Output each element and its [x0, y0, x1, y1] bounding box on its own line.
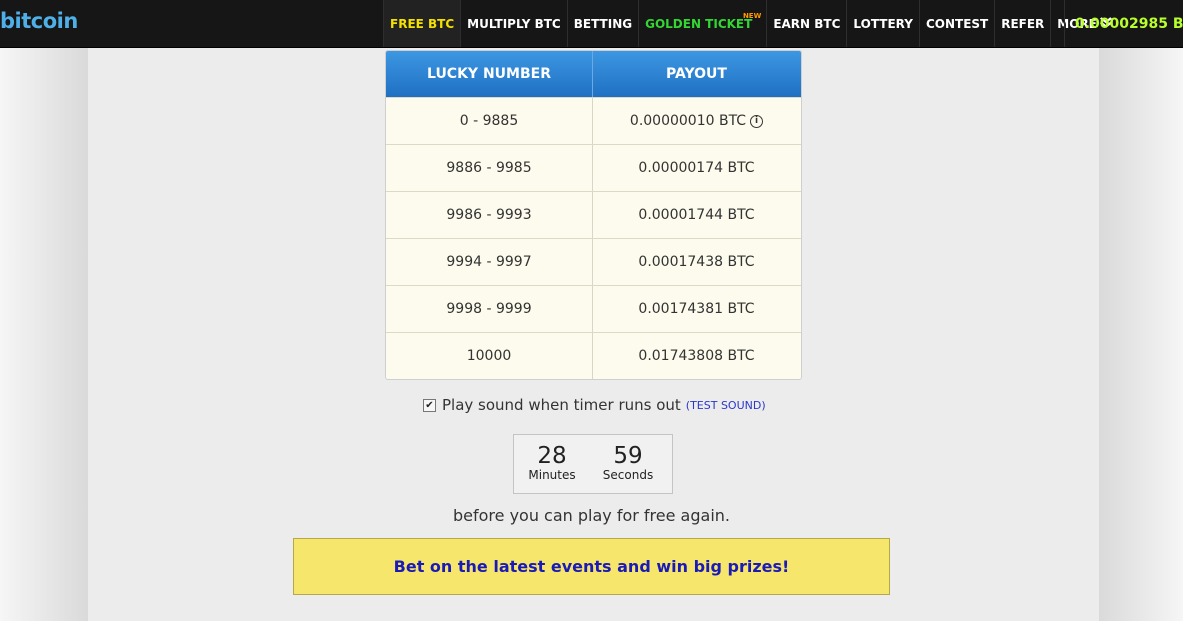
- top-navbar: bitcoin FREE BTC MULTIPLY BTC BETTING GO…: [0, 0, 1183, 48]
- main-nav: FREE BTC MULTIPLY BTC BETTING GOLDEN TIC…: [383, 0, 1117, 47]
- left-shadow: [0, 48, 90, 621]
- nav-betting[interactable]: BETTING: [566, 0, 638, 47]
- lucky-range: 10000: [386, 333, 593, 379]
- test-sound-label: TEST SOUND: [690, 398, 762, 412]
- balance-display: 0.00002985 BTC: [1064, 0, 1183, 47]
- payout-value: 0.00000010 BTC: [629, 113, 747, 129]
- nav-golden-ticket[interactable]: GOLDEN TICKET NEW: [638, 0, 766, 47]
- payout-value: 0.00174381 BTC: [638, 301, 755, 317]
- nav-multiply-btc[interactable]: MULTIPLY BTC: [460, 0, 567, 47]
- table-row: 9994 - 9997 0.00017438 BTC: [386, 238, 801, 285]
- header-payout: PAYOUT: [666, 66, 727, 82]
- table-row: 9886 - 9985 0.00000174 BTC: [386, 144, 801, 191]
- table-row: 0 - 9885 0.00000010 BTC i: [386, 97, 801, 144]
- nav-lottery[interactable]: LOTTERY: [846, 0, 919, 47]
- payout-table-header: LUCKY NUMBER PAYOUT: [386, 51, 801, 97]
- lucky-range: 9998 - 9999: [386, 286, 593, 332]
- seconds-value: 59: [613, 443, 643, 469]
- nav-free-btc[interactable]: FREE BTC: [383, 0, 461, 47]
- sound-label: Play sound when timer runs out: [442, 396, 681, 414]
- nav-golden-ticket-label: GOLDEN TICKET: [645, 16, 753, 31]
- header-lucky-number: LUCKY NUMBER: [386, 51, 593, 97]
- lucky-range: 9994 - 9997: [386, 239, 593, 285]
- test-sound-link[interactable]: (TEST SOUND): [686, 399, 766, 412]
- payout-value: 0.00001744 BTC: [638, 207, 755, 223]
- lucky-range: 9986 - 9993: [386, 192, 593, 238]
- new-badge: NEW: [742, 12, 762, 20]
- payout-value: 0.00017438 BTC: [638, 254, 755, 270]
- minutes-label: Minutes: [528, 468, 576, 482]
- payout-value: 0.01743808 BTC: [638, 348, 755, 364]
- info-icon[interactable]: i: [750, 114, 764, 128]
- nav-earn-btc[interactable]: EARN BTC: [766, 0, 846, 47]
- right-shadow: [1097, 48, 1183, 621]
- payout-value: 0.00000174 BTC: [638, 160, 755, 176]
- wait-message: before you can play for free again.: [452, 506, 730, 525]
- timer-minutes: 28 Minutes: [514, 435, 590, 493]
- table-row: 9998 - 9999 0.00174381 BTC: [386, 285, 801, 332]
- minutes-value: 28: [537, 443, 567, 469]
- timer-seconds: 59 Seconds: [590, 435, 666, 493]
- sound-option: ✔ Play sound when timer runs out (TEST S…: [423, 396, 766, 414]
- table-row: 10000 0.01743808 BTC: [386, 332, 801, 379]
- betting-promo-banner[interactable]: Bet on the latest events and win big pri…: [293, 538, 890, 595]
- countdown-timer: 28 Minutes 59 Seconds: [513, 434, 673, 494]
- lucky-range: 9886 - 9985: [386, 145, 593, 191]
- seconds-label: Seconds: [602, 468, 654, 482]
- sound-checkbox[interactable]: ✔: [423, 398, 436, 412]
- site-logo[interactable]: bitcoin: [0, 9, 78, 33]
- nav-contest[interactable]: CONTEST: [918, 0, 994, 47]
- payout-table: LUCKY NUMBER PAYOUT 0 - 9885 0.00000010 …: [385, 50, 802, 380]
- table-row: 9986 - 9993 0.00001744 BTC: [386, 191, 801, 238]
- lucky-range: 0 - 9885: [386, 98, 593, 144]
- payout-cell: 0.00000010 BTC i: [593, 98, 800, 144]
- nav-refer[interactable]: REFER: [994, 0, 1050, 47]
